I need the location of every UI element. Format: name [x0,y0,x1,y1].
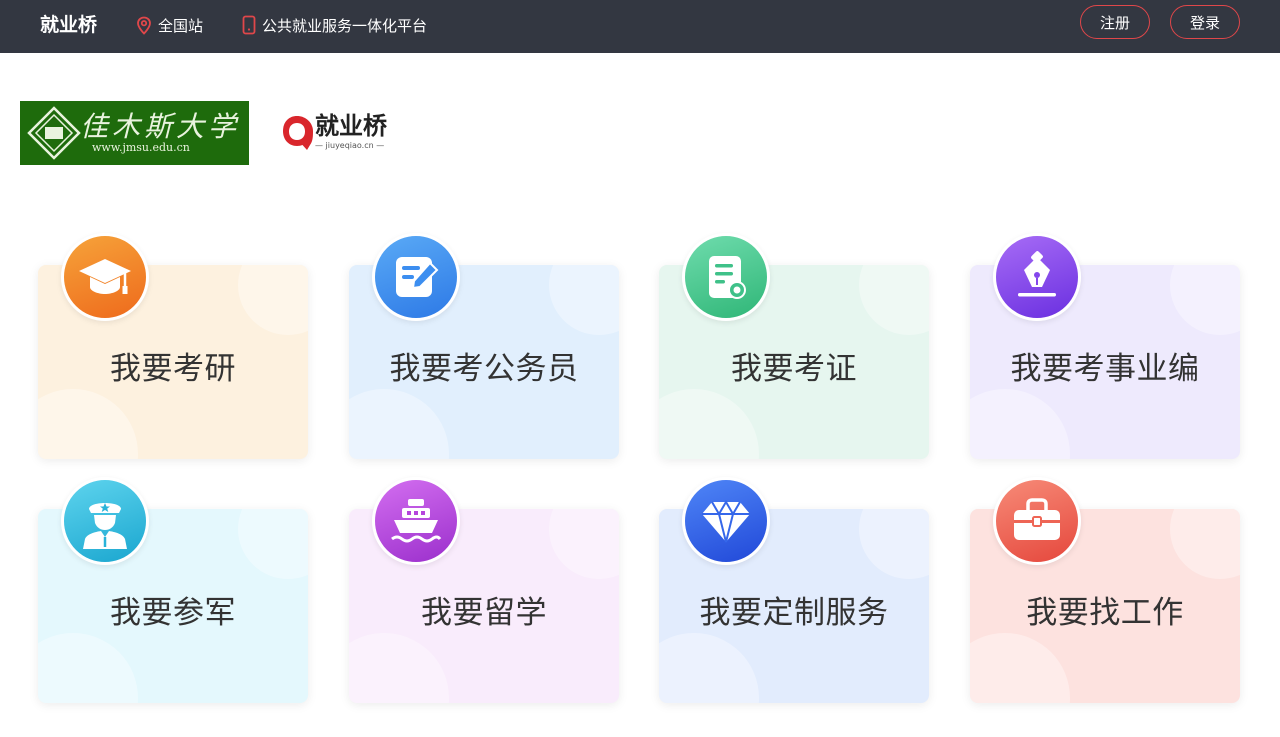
card-title: 我要留学 [421,595,547,631]
university-url: www.jmsu.edu.cn [92,141,190,154]
card-title: 我要找工作 [1026,595,1184,631]
graduation-cap-icon[interactable] [61,233,149,321]
pen-nib-icon[interactable] [993,233,1081,321]
card-title: 我要考公务员 [389,351,579,387]
card-title: 我要考研 [110,351,236,387]
station-label: 全国站 [158,16,204,35]
platform-link[interactable]: 公共就业服务一体化平台 [242,14,427,36]
register-button[interactable]: 注册 [1080,5,1150,39]
university-logo[interactable]: 佳木斯大学 www.jmsu.edu.cn [20,101,249,165]
brand-name[interactable]: 就业桥 [40,13,97,37]
platform-label: 公共就业服务一体化平台 [262,16,428,35]
ship-icon[interactable] [372,477,460,565]
soldier-icon[interactable] [61,477,149,565]
certificate-icon[interactable] [682,233,770,321]
card-title: 我要参军 [110,595,236,631]
location-pin-icon [137,16,151,35]
briefcase-icon[interactable] [993,477,1081,565]
jiuyeqiao-logo-domain: — jiuyeqiao.cn — [315,141,385,150]
jiuyeqiao-logo[interactable]: 就业桥 — jiuyeqiao.cn — [280,110,400,154]
card-title: 我要考事业编 [1010,351,1200,387]
login-button[interactable]: 登录 [1170,5,1240,39]
jiuyeqiao-logo-text: 就业桥 [315,112,387,140]
station-selector[interactable]: 全国站 [136,14,203,36]
form-edit-icon[interactable] [372,233,460,321]
top-nav-bar: 就业桥 全国站 公共就业服务一体化平台 注册 登录 [0,0,1280,53]
university-emblem-icon [27,106,81,160]
card-title: 我要考证 [731,351,857,387]
diamond-icon[interactable] [682,477,770,565]
jiuyeqiao-logo-mark-icon [283,116,313,150]
card-title: 我要定制服务 [699,595,889,631]
university-name: 佳木斯大学 [80,110,241,143]
mobile-phone-icon [242,15,256,35]
